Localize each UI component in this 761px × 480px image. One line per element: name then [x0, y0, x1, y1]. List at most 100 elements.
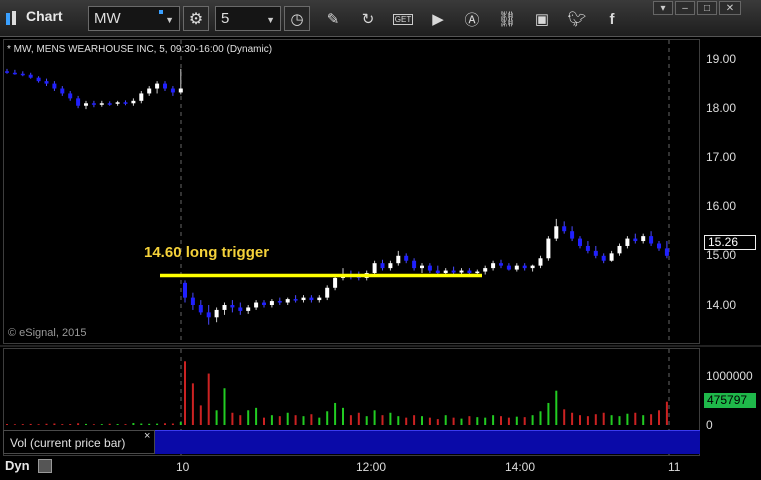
volume-bar	[547, 402, 550, 425]
candle-body	[609, 253, 614, 261]
volume-tick: 1000000	[706, 369, 753, 383]
volume-bar	[397, 416, 400, 425]
price-tick: 15.00	[706, 248, 737, 262]
lock-icon[interactable]	[38, 459, 52, 473]
volume-bar	[373, 410, 376, 425]
candle-body	[404, 255, 409, 261]
volume-bar	[100, 424, 103, 425]
volume-bar	[294, 415, 297, 425]
volume-bar	[610, 415, 613, 425]
volume-bar	[223, 388, 226, 425]
volume-bar	[156, 423, 159, 425]
candle-body	[76, 98, 81, 106]
candle-body	[333, 277, 338, 288]
last-price-badge: 15.26	[704, 235, 756, 250]
study-label: Vol (current price bar)	[10, 436, 126, 450]
volume-bar	[405, 417, 408, 425]
volume-bar	[53, 423, 56, 425]
candle-body	[277, 301, 282, 303]
volume-bar	[215, 410, 218, 425]
volume-bar	[108, 423, 111, 425]
candle-body	[198, 305, 203, 313]
volume-bar	[310, 414, 313, 425]
candle-body	[20, 73, 25, 76]
chart-canvas	[0, 40, 761, 455]
candle-body	[178, 88, 183, 93]
dynamic-mode-label[interactable]: Dyn	[5, 458, 30, 473]
volume-bar	[594, 414, 597, 425]
volume-bar	[179, 422, 182, 425]
candle-body	[420, 265, 424, 269]
candle-body	[60, 88, 65, 94]
time-tick: 10	[176, 460, 190, 474]
volume-bar	[444, 415, 447, 425]
volume-bar	[255, 407, 258, 425]
candle-body	[52, 83, 57, 89]
volume-bar	[302, 416, 305, 425]
volume-bar	[171, 423, 174, 425]
time-tick: 14:00	[505, 460, 536, 474]
study-close-icon[interactable]: ×	[144, 430, 150, 442]
candle-body	[5, 71, 9, 73]
candle-body	[427, 265, 432, 271]
volume-bar	[579, 415, 581, 425]
volume-bar	[492, 415, 495, 425]
copyright-label: © eSignal, 2015	[8, 327, 87, 339]
candle-body	[317, 297, 322, 301]
volume-bar	[381, 415, 384, 425]
candle-body	[230, 305, 235, 308]
volume-bar	[116, 424, 119, 425]
volume-bar	[642, 415, 645, 425]
volume-bar	[452, 417, 455, 425]
volume-bar	[184, 361, 186, 425]
candle-body	[44, 81, 49, 84]
volume-bar	[231, 412, 234, 425]
price-tick: 16.00	[706, 199, 737, 213]
candle-body	[475, 271, 480, 274]
volume-bar	[199, 405, 202, 425]
candle-body	[99, 103, 104, 105]
candle-body	[593, 250, 598, 256]
candle-body	[131, 100, 136, 104]
candle-body	[530, 265, 535, 269]
volume-bar	[500, 416, 502, 425]
candle-body	[499, 263, 503, 266]
volume-bar	[69, 424, 72, 425]
volume-bar	[460, 418, 463, 425]
volume-bar	[389, 412, 392, 425]
volume-bar	[286, 412, 289, 425]
volume-bar	[342, 407, 344, 425]
volume-bar	[263, 417, 265, 425]
volume-bar	[602, 412, 605, 425]
candle-body	[514, 265, 519, 270]
candle-body	[36, 77, 41, 82]
volume-bar	[468, 416, 471, 425]
volume-bar	[413, 415, 416, 425]
volume-bar	[665, 401, 668, 425]
candle-body	[467, 270, 472, 274]
volume-bar	[13, 424, 16, 425]
volume-bar	[555, 390, 558, 425]
candle-body	[285, 299, 290, 303]
candle-body	[578, 238, 582, 246]
price-tick: 17.00	[706, 150, 737, 164]
candle-body	[170, 88, 175, 93]
volume-bar	[349, 415, 352, 425]
volume-bar	[650, 414, 653, 425]
volume-bar	[365, 416, 368, 425]
symbol-info-label: * MW, MENS WEARHOUSE INC, 5, 09:30-16:00…	[7, 44, 273, 55]
volume-bar	[658, 410, 660, 425]
volume-bar	[618, 416, 621, 425]
volume-bar	[92, 424, 95, 425]
candle-body	[459, 270, 464, 273]
candle-body	[246, 307, 251, 311]
candle-body	[206, 312, 211, 318]
candle-body	[147, 88, 152, 94]
volume-bar	[326, 411, 329, 425]
trigger-annotation[interactable]: 14.60 long trigger	[144, 244, 269, 261]
candle-body	[483, 268, 488, 272]
candle-body	[107, 103, 112, 105]
candle-body	[491, 263, 496, 269]
volume-bar	[539, 411, 542, 425]
candle-body	[546, 238, 551, 259]
